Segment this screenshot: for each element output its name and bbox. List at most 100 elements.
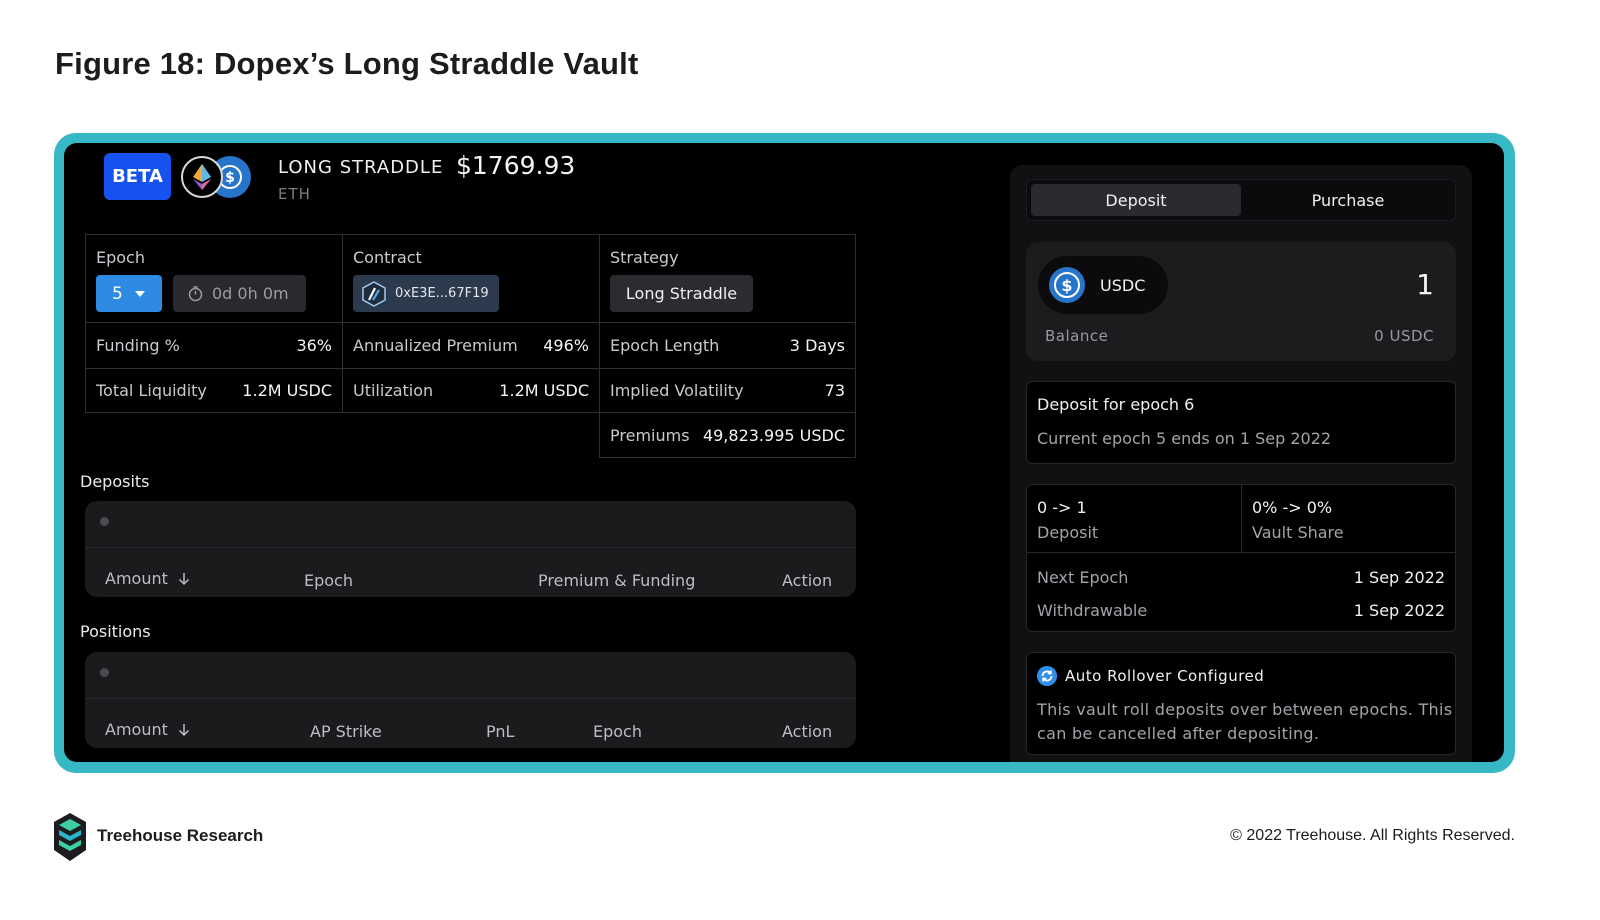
vault-share-label: Vault Share xyxy=(1252,523,1344,542)
positions-col-ap-strike: AP Strike xyxy=(310,722,382,741)
auto-rollover-desc-2: can be cancelled after depositing. xyxy=(1037,724,1320,743)
epoch-length-label: Epoch Length xyxy=(610,336,720,355)
contract-address: 0xE3E...67F19 xyxy=(395,286,489,301)
status-dot-icon xyxy=(100,517,109,526)
vault-name: LONG STRADDLE xyxy=(278,157,444,178)
sidebar-tabs: Deposit Purchase xyxy=(1026,179,1456,221)
deposits-title: Deposits xyxy=(80,472,150,491)
deposit-change-cell: 0 -> 1 Deposit xyxy=(1027,485,1242,553)
auto-rollover-notice: Auto Rollover Configured This vault roll… xyxy=(1026,652,1456,755)
deposit-epoch-info: Deposit for epoch 6 Current epoch 5 ends… xyxy=(1026,381,1456,464)
next-epoch-label: Next Epoch xyxy=(1037,568,1129,587)
chevron-down-icon xyxy=(134,290,145,297)
deposit-sidebar: Deposit Purchase $ USDC 1 Balance 0 USDC… xyxy=(1010,165,1472,762)
token-symbol: USDC xyxy=(1100,275,1146,295)
vault-screen: BETA $ LONG STRADDLE $1769.93 ETH Epoch … xyxy=(64,143,1504,762)
deposit-amount-input[interactable]: 1 xyxy=(1416,268,1434,301)
annualized-label: Annualized Premium xyxy=(353,336,518,355)
figure-title: Figure 18: Dopex’s Long Straddle Vault xyxy=(55,46,639,81)
positions-table: Amount AP Strike PnL Epoch Action xyxy=(85,652,856,748)
sort-down-icon xyxy=(178,723,189,736)
refresh-icon xyxy=(1037,666,1057,686)
arbitrum-icon xyxy=(362,280,386,307)
brand-name: Treehouse Research xyxy=(97,826,264,845)
tab-purchase[interactable]: Purchase xyxy=(1243,184,1453,216)
next-epoch-value: 1 Sep 2022 xyxy=(1353,568,1445,587)
utilization-label: Utilization xyxy=(353,381,434,400)
annualized-cell: Annualized Premium 496% xyxy=(342,322,600,369)
funding-value: 36% xyxy=(296,336,332,355)
funding-label: Funding % xyxy=(96,336,180,355)
balance-label: Balance xyxy=(1045,327,1109,345)
timer-icon xyxy=(188,286,203,302)
annualized-value: 496% xyxy=(543,336,589,355)
auto-rollover-title: Auto Rollover Configured xyxy=(1065,667,1265,685)
positions-col-amount[interactable]: Amount xyxy=(105,720,190,739)
vault-asset: ETH xyxy=(278,185,311,203)
premiums-cell: Premiums 49,823.995 USDC xyxy=(599,412,856,458)
auto-rollover-desc-1: This vault roll deposits over between ep… xyxy=(1037,700,1453,719)
next-epoch-row: Next Epoch 1 Sep 2022 xyxy=(1037,568,1445,587)
total-liquidity-label: Total Liquidity xyxy=(96,381,207,400)
implied-volatility-cell: Implied Volatility 73 xyxy=(599,368,856,413)
token-selector[interactable]: $ USDC xyxy=(1038,256,1168,314)
deposits-col-amount[interactable]: Amount xyxy=(105,569,190,588)
implied-volatility-label: Implied Volatility xyxy=(610,381,744,400)
epoch-cell: Epoch 5 0d 0h 0m xyxy=(85,234,343,323)
vault-share-cell: 0% -> 0% Vault Share xyxy=(1242,485,1456,553)
epoch-length-cell: Epoch Length 3 Days xyxy=(599,322,856,369)
withdrawable-label: Withdrawable xyxy=(1037,601,1148,620)
positions-col-epoch: Epoch xyxy=(593,722,642,741)
svg-text:$: $ xyxy=(1061,276,1072,295)
strategy-cell: Strategy Long Straddle xyxy=(599,234,856,323)
utilization-value: 1.2M USDC xyxy=(499,381,589,400)
vault-stats-grid: Epoch 5 0d 0h 0m Contract 0xE3E...67F19 xyxy=(85,234,856,458)
column-header: Amount xyxy=(105,569,168,588)
column-header: Amount xyxy=(105,720,168,739)
deposit-for-epoch: Deposit for epoch 6 xyxy=(1037,395,1195,414)
tab-deposit[interactable]: Deposit xyxy=(1031,184,1241,216)
total-liquidity-cell: Total Liquidity 1.2M USDC xyxy=(85,368,343,413)
balance-value: 0 USDC xyxy=(1374,327,1434,345)
svg-text:$: $ xyxy=(225,170,235,186)
withdrawable-row: Withdrawable 1 Sep 2022 xyxy=(1037,601,1445,620)
timer-value: 0d 0h 0m xyxy=(212,284,289,303)
deposit-amount-box: $ USDC 1 Balance 0 USDC xyxy=(1026,242,1456,361)
implied-volatility-value: 73 xyxy=(824,381,845,400)
contract-address-link[interactable]: 0xE3E...67F19 xyxy=(353,275,499,312)
epoch-select-value: 5 xyxy=(112,283,123,304)
strategy-label: Strategy xyxy=(610,248,679,267)
utilization-cell: Utilization 1.2M USDC xyxy=(342,368,600,413)
deposit-change-label: Deposit xyxy=(1037,523,1099,542)
contract-cell: Contract 0xE3E...67F19 xyxy=(342,234,600,323)
strategy-badge: Long Straddle xyxy=(610,275,753,312)
positions-col-action: Action xyxy=(782,722,833,741)
copyright-notice: © 2022 Treehouse. All Rights Reserved. xyxy=(1230,827,1515,844)
positions-title: Positions xyxy=(80,622,151,641)
vault-share-change: 0% -> 0% xyxy=(1252,498,1333,517)
vault-price: $1769.93 xyxy=(456,151,576,180)
divider xyxy=(85,547,856,548)
current-epoch-end: Current epoch 5 ends on 1 Sep 2022 xyxy=(1037,429,1332,448)
positions-col-pnl: PnL xyxy=(486,722,515,741)
funding-cell: Funding % 36% xyxy=(85,322,343,369)
deposit-change: 0 -> 1 xyxy=(1037,498,1087,517)
screenshot-frame: BETA $ LONG STRADDLE $1769.93 ETH Epoch … xyxy=(54,133,1515,773)
epoch-length-value: 3 Days xyxy=(789,336,845,355)
usdc-icon: $ xyxy=(1049,267,1085,303)
deposits-table: Amount Epoch Premium & Funding Action xyxy=(85,501,856,597)
epoch-label: Epoch xyxy=(96,248,145,267)
deposits-col-epoch: Epoch xyxy=(304,571,353,590)
status-dot-icon xyxy=(100,668,109,677)
sort-down-icon xyxy=(178,572,189,585)
deposit-summary: 0 -> 1 Deposit 0% -> 0% Vault Share Next… xyxy=(1026,484,1456,632)
epoch-select[interactable]: 5 xyxy=(96,275,162,312)
premiums-value: 49,823.995 USDC xyxy=(702,425,845,445)
beta-badge: BETA xyxy=(104,153,171,200)
deposits-col-premium-funding: Premium & Funding xyxy=(538,571,696,590)
withdrawable-value: 1 Sep 2022 xyxy=(1353,601,1445,620)
total-liquidity-value: 1.2M USDC xyxy=(242,381,332,400)
epoch-timer: 0d 0h 0m xyxy=(173,275,306,312)
treehouse-logo-icon xyxy=(54,813,86,861)
eth-icon xyxy=(181,156,223,198)
